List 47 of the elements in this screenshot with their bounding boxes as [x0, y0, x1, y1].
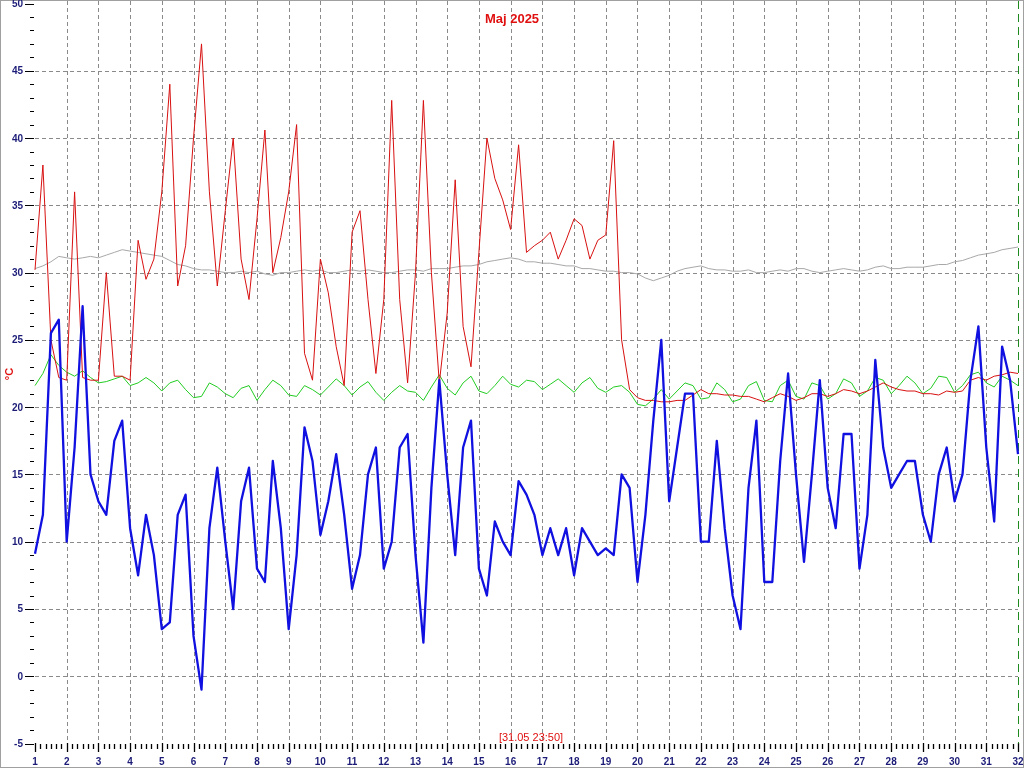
x-tick-label: 14: [441, 756, 453, 767]
y-tick-label: 30: [11, 267, 23, 279]
x-tick-label: 6: [190, 756, 197, 767]
x-tick-label: 25: [790, 756, 802, 767]
timestamp-label: [31.05 23:50]: [498, 731, 564, 743]
x-tick-label: 3: [95, 756, 102, 767]
y-tick-label: 25: [11, 334, 23, 346]
x-tick-label: 13: [409, 756, 422, 767]
y-tick-label: 35: [11, 199, 23, 211]
chart-title: Maj 2025: [484, 11, 540, 26]
x-tick-label: 5: [159, 756, 165, 767]
x-tick-label: 7: [222, 756, 229, 767]
x-tick-label: 1: [32, 756, 38, 767]
y-tick-label: 50: [11, 0, 23, 9]
y-axis-title: °C: [3, 367, 15, 381]
x-tick-label: 29: [917, 756, 929, 767]
x-tick-label: 16: [505, 756, 517, 767]
x-tick-label: 30: [949, 756, 961, 767]
y-tick-label: 20: [11, 401, 23, 413]
x-tick-label: 15: [473, 756, 485, 767]
x-tick-label: 19: [600, 756, 612, 767]
x-tick-label: 18: [568, 756, 580, 767]
x-tick-label: 4: [127, 756, 133, 767]
x-tick-label: 20: [631, 756, 644, 767]
x-tick-label: 28: [885, 756, 897, 767]
y-tick-label: 45: [11, 65, 23, 77]
y-tick-label: 15: [11, 468, 23, 480]
x-tick-label: 12: [378, 756, 390, 767]
x-tick-label: 26: [822, 756, 834, 767]
x-tick-label: 31: [980, 756, 992, 767]
x-tick-label: 23: [727, 756, 739, 767]
x-tick-label: 32: [1012, 756, 1024, 767]
x-tick-label: 22: [695, 756, 707, 767]
x-tick-label: 11: [346, 756, 358, 767]
y-tick-label: 10: [11, 536, 23, 548]
x-tick-label: 10: [314, 756, 326, 767]
x-tick-label: 8: [254, 756, 260, 767]
y-tick-label: -5: [14, 738, 23, 749]
x-tick-label: 24: [758, 756, 770, 767]
y-tick-label: 5: [17, 603, 23, 615]
x-tick-label: 27: [853, 756, 865, 767]
x-tick-label: 17: [536, 756, 548, 767]
x-tick-label: 2: [63, 756, 70, 767]
y-tick-label: 0: [17, 670, 23, 682]
x-tick-label: 9: [285, 756, 292, 767]
y-tick-label: 40: [11, 132, 23, 144]
x-tick-label: 21: [663, 756, 675, 767]
